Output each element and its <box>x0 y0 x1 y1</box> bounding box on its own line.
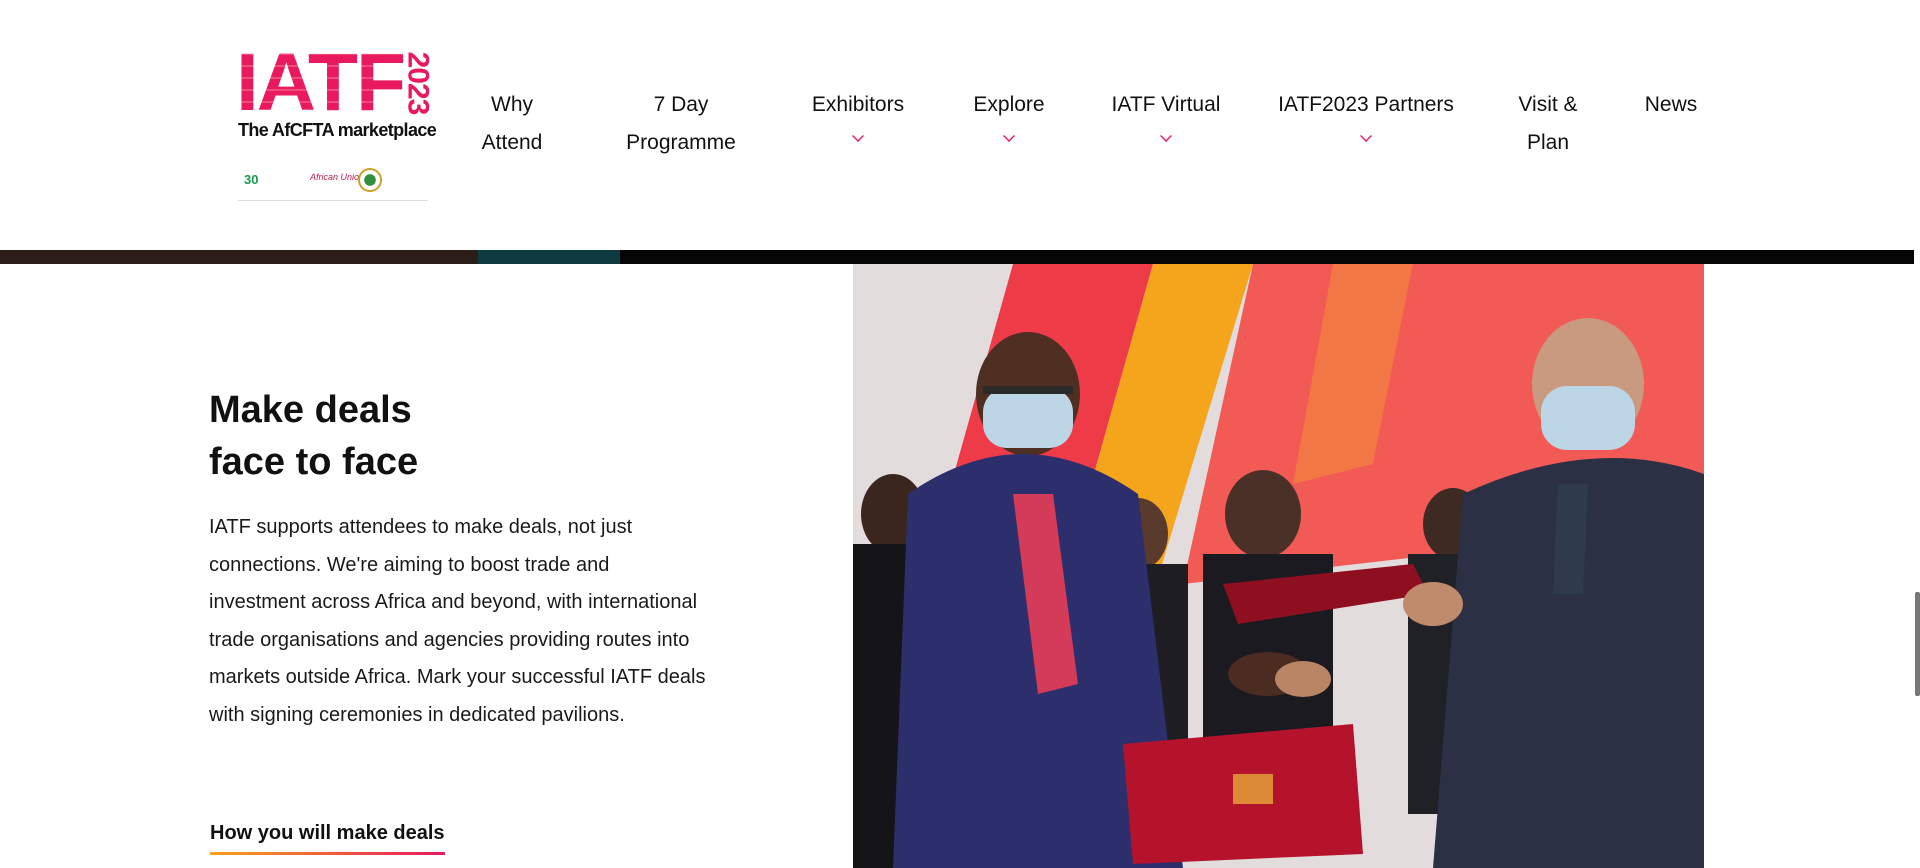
nav-item-iatf-virtual[interactable]: IATF Virtual <box>1105 86 1227 142</box>
nav-item-label: Why Attend <box>481 93 543 154</box>
partner-au-logo: African Union <box>310 172 365 182</box>
partner-seal-icon <box>358 168 382 192</box>
deal-signing-photo <box>853 264 1704 868</box>
chevron-down-icon[interactable] <box>1160 130 1172 142</box>
nav-item-label: 7 Day Programme <box>626 93 736 154</box>
how-you-will-make-deals-link[interactable]: How you will make deals <box>210 822 445 855</box>
nav-item-label: IATF2023 Partners <box>1278 93 1454 116</box>
nav-item-explore[interactable]: Explore <box>968 86 1050 142</box>
nav-item-why-attend[interactable]: Why Attend <box>472 86 552 162</box>
nav-item-label: News <box>1644 93 1698 116</box>
logo-brand-name: IATF <box>236 37 406 128</box>
nav-item-news[interactable]: News <box>1640 86 1702 124</box>
nav-item-exhibitors[interactable]: Exhibitors <box>808 86 908 142</box>
nav-item-label: Exhibitors <box>811 93 905 116</box>
partner-30-logo: 30 <box>244 172 259 187</box>
nav-item-label: Explore <box>973 93 1045 116</box>
chevron-down-icon[interactable] <box>852 130 864 142</box>
chevron-down-icon[interactable] <box>1003 130 1015 142</box>
section-body: IATF supports attendees to make deals, n… <box>209 516 706 726</box>
nav-item-label: IATF Virtual <box>1111 93 1221 116</box>
logo-year: 2023 <box>401 48 434 118</box>
site-header: IATF 2023 The AfCFTA marketplace 30 Afri… <box>0 0 1920 250</box>
nav-item-iatf2023-partners[interactable]: IATF2023 Partners <box>1276 86 1456 142</box>
nav-item-7-day-programme[interactable]: 7 Day Programme <box>617 86 745 162</box>
hero-image-strip <box>0 250 1914 264</box>
section-title: Make deals face to face <box>209 389 419 483</box>
logo-year-text: 2023 <box>401 51 434 115</box>
site-logo[interactable]: IATF 2023 The AfCFTA marketplace 30 Afri… <box>236 37 437 201</box>
logo-tagline: The AfCFTA marketplace <box>238 120 437 140</box>
logo-partner-strip: 30 African Union <box>238 156 428 201</box>
nav-item-visit-plan[interactable]: Visit & Plan <box>1508 86 1588 162</box>
chevron-down-icon[interactable] <box>1360 130 1372 142</box>
logo-wordmark: IATF <box>236 37 406 128</box>
deal-signing-illustration <box>853 264 1704 868</box>
scrollbar-thumb[interactable] <box>1915 592 1920 696</box>
nav-item-label: Visit & Plan <box>1518 93 1578 154</box>
